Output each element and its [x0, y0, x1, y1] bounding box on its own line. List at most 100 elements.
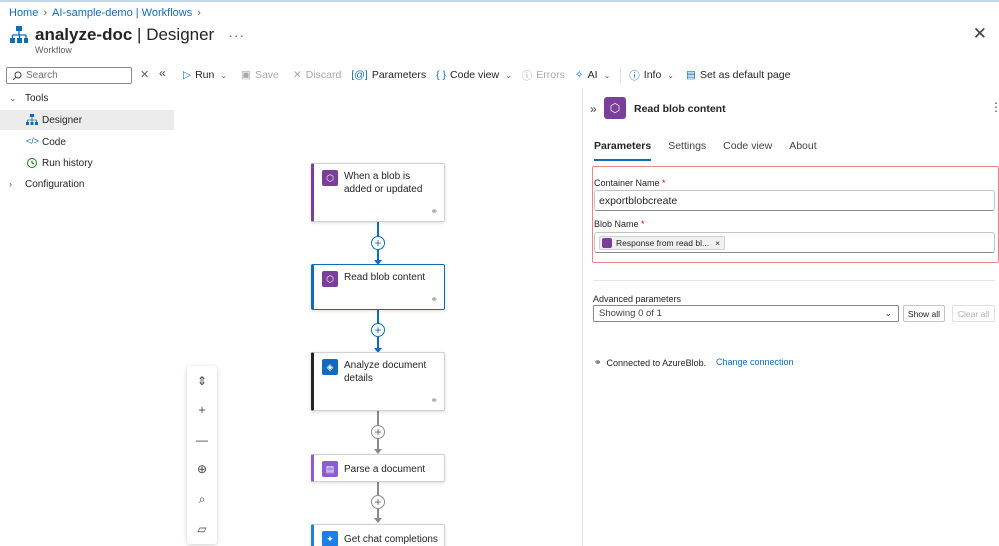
add-step-button[interactable]: + — [371, 425, 385, 439]
sparkle-icon: ✧ — [574, 69, 584, 81]
connector-arrow — [374, 518, 382, 523]
node-title: Get chat completions — [344, 534, 438, 545]
info-button[interactable]: ⓘ Info ⌄ — [629, 68, 682, 83]
blob-icon — [602, 237, 612, 248]
remove-token-icon[interactable]: × — [715, 238, 720, 248]
search-input[interactable] — [26, 70, 126, 81]
advanced-parameters-label: Advanced parameters — [593, 294, 682, 304]
document-intelligence-icon: ◈ — [322, 359, 338, 375]
center-icon[interactable]: ⊕ — [197, 462, 207, 476]
save-icon: ▣ — [241, 69, 251, 81]
link-icon: ⚭ — [594, 357, 602, 367]
history-icon — [27, 158, 37, 168]
tree-group-label: Tools — [25, 92, 49, 104]
chevron-down-icon: ⌄ — [884, 308, 892, 318]
page-subtitle: Workflow — [35, 45, 72, 55]
chevron-down-icon: ⌄ — [9, 92, 17, 103]
errors-button[interactable]: ⓘ Errors — [522, 68, 573, 83]
show-all-button[interactable]: Show all — [903, 305, 945, 322]
zoom-in-icon[interactable]: + — [198, 403, 205, 417]
workflow-icon — [10, 26, 28, 43]
minimap-icon[interactable]: ▱ — [197, 522, 206, 536]
workflow-node-read-blob[interactable]: ⬡ Read blob content ⚭ — [311, 264, 445, 310]
sidebar-item-code[interactable]: </> Code — [0, 132, 174, 152]
run-button[interactable]: ▷ Run ⌄ — [183, 69, 235, 81]
clear-all-button[interactable]: Clear all — [952, 305, 995, 322]
close-icon[interactable]: ✕ — [973, 24, 987, 44]
workflow-node-trigger[interactable]: ⬡ When a blob is added or updated ⚭ — [311, 163, 445, 222]
search-box[interactable] — [6, 67, 132, 84]
code-icon: </> — [26, 136, 40, 146]
chevron-down-icon: ⌄ — [505, 70, 512, 80]
workflow-node-analyze-document[interactable]: ◈ Analyze document details ⚭ — [311, 352, 445, 411]
search-icon — [12, 71, 22, 80]
link-icon: ⚭ — [430, 294, 438, 304]
node-title: Parse a document — [344, 464, 426, 475]
node-title: Analyze document details — [344, 360, 427, 384]
chevron-down-icon: ⌄ — [220, 70, 228, 80]
container-name-value: exportblobcreate — [599, 194, 678, 207]
discard-button[interactable]: ✕ Discard — [293, 69, 349, 81]
tree-group-tools[interactable]: ⌄ Tools — [0, 88, 174, 108]
set-default-page-button[interactable]: ▤ Set as default page — [686, 69, 798, 81]
clear-search-icon[interactable]: ✕ — [140, 68, 149, 81]
connection-status: ⚭ Connected to AzureBlob. — [594, 357, 707, 368]
save-button[interactable]: ▣ Save — [241, 69, 287, 81]
add-step-button[interactable]: + — [371, 323, 385, 337]
code-view-button[interactable]: { } Code view ⌄ — [436, 69, 520, 81]
add-step-button[interactable]: + — [371, 495, 385, 509]
sidebar-item-designer[interactable]: Designer — [0, 110, 174, 130]
fit-view-icon[interactable]: ⇕ — [197, 374, 207, 388]
breadcrumb-app[interactable]: AI-sample-demo | Workflows — [52, 7, 192, 19]
braces-icon: { } — [436, 69, 447, 81]
node-title: Read blob content — [344, 272, 426, 283]
blob-icon: ⬡ — [604, 97, 626, 119]
command-bar: ▷ Run ⌄ ▣ Save ✕ Discard [@] Parameters { } Co… — [183, 65, 798, 85]
ai-button[interactable]: ✧ AI ⌄ — [575, 69, 618, 81]
collapse-sidebar-icon[interactable]: « — [159, 66, 166, 80]
dynamic-content-token[interactable]: Response from read bl... × — [599, 235, 726, 250]
sidebar-item-label: Designer — [42, 114, 83, 126]
container-name-field[interactable]: exportblobcreate — [594, 190, 995, 211]
tab-code-view[interactable]: Code view — [723, 140, 772, 161]
chevron-down-icon: ⌄ — [667, 70, 675, 80]
play-icon: ▷ — [183, 69, 192, 81]
more-vertical-icon[interactable]: ⋮ — [990, 100, 999, 114]
blob-icon: ⬡ — [322, 271, 338, 287]
panel-title: Read blob content — [634, 103, 726, 115]
tab-settings[interactable]: Settings — [668, 140, 706, 161]
advanced-parameters-dropdown[interactable]: Showing 0 of 1 ⌄ — [593, 305, 899, 322]
page-header: analyze-doc | Designer ··· — [9, 25, 245, 45]
sidebar-item-label: Run history — [42, 157, 93, 169]
search-icon[interactable]: ⌕ — [199, 492, 206, 507]
blob-name-field[interactable]: Response from read bl... × — [594, 232, 995, 253]
sidebar-item-run-history[interactable]: Run history — [0, 153, 174, 173]
blob-trigger-icon: ⬡ — [322, 170, 338, 186]
top-border — [0, 0, 999, 2]
breadcrumb-home[interactable]: Home — [9, 7, 38, 19]
workflow-node-parse-document[interactable]: ▤ Parse a document — [311, 454, 445, 482]
workflow-node-chat-completions[interactable]: ✦ Get chat completions — [311, 524, 445, 546]
zoom-out-icon[interactable]: — — [196, 433, 208, 447]
divider — [593, 280, 995, 281]
link-icon: ⚭ — [430, 206, 438, 216]
tree-group-label: Configuration — [25, 178, 85, 190]
more-options-icon[interactable]: ··· — [228, 27, 245, 43]
toolbar-divider — [620, 67, 622, 83]
designer-canvas[interactable]: + + + + ⬡ When a blob is added or update… — [174, 88, 582, 546]
tab-parameters[interactable]: Parameters — [594, 140, 652, 161]
tab-about[interactable]: About — [789, 140, 816, 161]
discard-icon: ✕ — [292, 69, 302, 81]
add-step-button[interactable]: + — [371, 236, 385, 250]
parameters-icon: [@] — [351, 69, 368, 81]
expand-panel-icon[interactable]: » — [590, 102, 597, 116]
error-icon: ⓘ — [521, 69, 533, 82]
tree-group-configuration[interactable]: › Configuration — [0, 174, 174, 194]
parameters-button[interactable]: [@] Parameters — [351, 69, 434, 81]
change-connection-link[interactable]: Change connection — [716, 357, 794, 367]
chevron-right-icon: › — [197, 7, 201, 19]
canvas-controls: ⇕ + — ⊕ ⌕ ▱ — [187, 366, 217, 544]
link-icon: ⚭ — [430, 395, 438, 405]
blob-name-label: Blob Name * — [594, 219, 645, 229]
container-name-label: Container Name * — [594, 178, 666, 188]
